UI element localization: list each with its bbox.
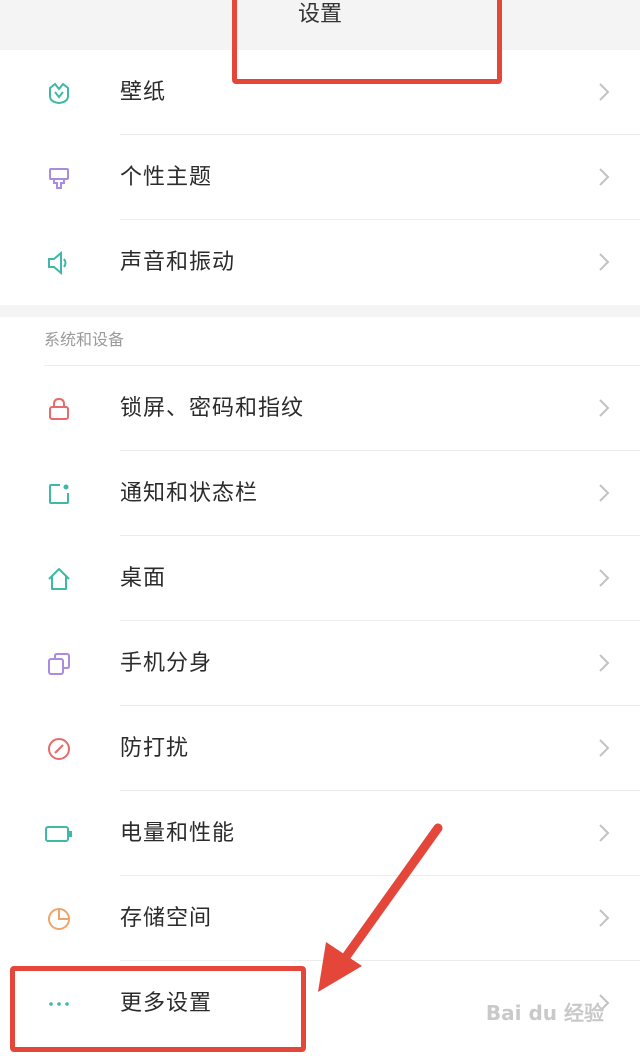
chevron-right-icon — [599, 253, 610, 271]
settings-group-personalization: 壁纸 个性主题 声音和振动 — [0, 50, 640, 305]
settings-item-sound[interactable]: 声音和振动 — [0, 220, 640, 305]
settings-item-do-not-disturb[interactable]: 防打扰 — [0, 706, 640, 791]
watermark: Bai du 经验 — [485, 1001, 604, 1025]
second-space-icon — [44, 649, 74, 679]
speaker-icon — [44, 248, 74, 278]
settings-item-dual-apps[interactable]: 手机分身 — [0, 621, 640, 706]
settings-item-label: 个性主题 — [120, 165, 213, 190]
chevron-right-icon — [599, 399, 610, 417]
chevron-right-icon — [599, 569, 610, 587]
settings-item-label: 手机分身 — [120, 651, 213, 676]
annotation-arrow — [318, 823, 443, 992]
settings-item-label: 电量和性能 — [120, 821, 236, 846]
battery-icon — [44, 819, 74, 849]
settings-item-label: 锁屏、密码和指纹 — [120, 396, 305, 421]
chevron-right-icon — [599, 168, 610, 186]
theme-brush-icon — [44, 163, 74, 193]
settings-item-label: 声音和振动 — [120, 250, 236, 275]
settings-item-desktop[interactable]: 桌面 — [0, 536, 640, 621]
section-gap — [0, 305, 640, 317]
settings-item-label: 通知和状态栏 — [120, 481, 259, 506]
chevron-right-icon — [599, 484, 610, 502]
annotation-box-more-settings — [10, 966, 306, 1052]
chevron-right-icon — [599, 83, 610, 101]
settings-item-label: 存储空间 — [120, 906, 213, 931]
storage-pie-icon — [44, 904, 74, 934]
chevron-right-icon — [599, 824, 610, 842]
settings-item-label: 防打扰 — [120, 736, 190, 761]
do-not-disturb-icon — [44, 734, 74, 764]
wallpaper-icon — [44, 78, 74, 108]
settings-item-lockscreen[interactable]: 锁屏、密码和指纹 — [0, 366, 640, 451]
chevron-right-icon — [599, 909, 610, 927]
chevron-right-icon — [599, 739, 610, 757]
lock-icon — [44, 394, 74, 424]
settings-item-notifications[interactable]: 通知和状态栏 — [0, 451, 640, 536]
annotation-box-title — [232, 0, 502, 84]
section-header-system: 系统和设备 — [44, 330, 125, 349]
notification-icon — [44, 479, 74, 509]
settings-item-theme[interactable]: 个性主题 — [0, 135, 640, 220]
chevron-right-icon — [599, 654, 610, 672]
settings-item-label: 壁纸 — [120, 80, 167, 105]
settings-item-label: 桌面 — [120, 566, 167, 591]
home-icon — [44, 564, 74, 594]
